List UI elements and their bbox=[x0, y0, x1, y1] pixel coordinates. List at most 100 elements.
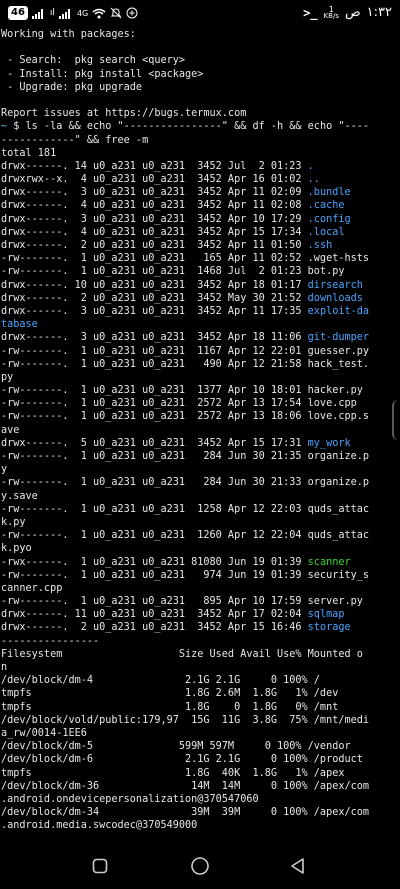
listing-name: git-dumper bbox=[307, 332, 370, 344]
clock: ١:٣٢ bbox=[366, 5, 392, 20]
terminal-output[interactable]: Working with packages: - Search: pkg sea… bbox=[0, 28, 400, 844]
terminal-line: drwx------. 2 u0_a231 u0_a231 3452 May 3… bbox=[0, 292, 400, 305]
listing-meta: -rwx------. 1 u0_a231 u0_a231 81080 Jun … bbox=[1, 556, 308, 568]
terminal-line: /dev/block/dm-36 14M 14M 0 100% /apex/co… bbox=[1, 780, 370, 792]
terminal-line: - Install: pkg install <package> bbox=[1, 68, 204, 80]
listing-meta: drwxrwx--x. 4 u0_a231 u0_a231 3452 Apr 1… bbox=[1, 174, 308, 186]
wifi-icon bbox=[92, 8, 106, 18]
terminal-line: drwx------. 3 u0_a231 u0_a231 3452 Apr 1… bbox=[0, 213, 400, 226]
terminal-line: /dev/block/vold/public:179,97 15G 11G 3.… bbox=[1, 714, 370, 726]
terminal-line: -rw-------. 1 u0_a231 u0_a231 2572 Apr 1… bbox=[1, 411, 370, 423]
listing-name: .local bbox=[307, 226, 345, 238]
listing-meta: drwx------. 3 u0_a231 u0_a231 3452 Apr 1… bbox=[1, 305, 308, 317]
terminal-line: tmpfs 1.8G 2.6M 1.8G 1% /dev bbox=[1, 688, 339, 700]
status-left: 46 ıl 4G bbox=[8, 6, 138, 20]
terminal-line: - Upgrade: pkg upgrade bbox=[1, 81, 143, 93]
terminal-line: tmpfs 1.8G 0 1.8G 0% /mnt bbox=[1, 701, 339, 713]
back-button[interactable] bbox=[284, 852, 312, 880]
terminal-line: - Search: pkg search <query> bbox=[1, 55, 186, 67]
listing-meta: drwx------. 4 u0_a231 u0_a231 3452 Apr 1… bbox=[1, 200, 308, 212]
terminal-line: drwx------. 3 u0_a231 u0_a231 3452 Apr 1… bbox=[0, 186, 400, 199]
terminal-line: ave bbox=[1, 424, 20, 436]
add-circle-icon bbox=[126, 7, 138, 19]
terminal-line: drwx------. 2 u0_a231 u0_a231 3452 Apr 1… bbox=[0, 621, 400, 634]
terminal-line: canner.cpp bbox=[1, 582, 63, 594]
terminal-line: Report issues at https://bugs.termux.com bbox=[1, 108, 247, 120]
terminal-line: -rw-------. 1 u0_a231 u0_a231 974 Jun 19… bbox=[1, 569, 370, 581]
terminal-line: drwx------. 3 u0_a231 u0_a231 3452 Apr 1… bbox=[0, 331, 400, 344]
terminal-line: -rw-------. 1 u0_a231 u0_a231 1167 Apr 1… bbox=[1, 345, 370, 357]
recent-apps-button[interactable] bbox=[86, 852, 114, 880]
signal-strength-2-icon bbox=[58, 8, 70, 19]
terminal-line: a_rw/0014-1EE6 bbox=[1, 727, 87, 739]
terminal-line: -rw-------. 1 u0_a231 u0_a231 1377 Apr 1… bbox=[1, 385, 363, 397]
listing-meta: drwx------. 2 u0_a231 u0_a231 3452 May 3… bbox=[1, 292, 308, 304]
terminal-line: Filesystem Size Used Avail Use% Mounted … bbox=[1, 648, 363, 660]
terminal-line: /dev/block/dm-6 2.1G 2.1G 0 100% /produc… bbox=[1, 754, 363, 766]
scroll-handle[interactable] bbox=[392, 400, 400, 440]
home-circle-icon bbox=[191, 857, 209, 875]
terminal-line: .android.media.swcodec@370549000 bbox=[1, 820, 198, 832]
listing-name: downloads bbox=[307, 292, 363, 304]
listing-meta: drwx------. 3 u0_a231 u0_a231 3452 Apr 1… bbox=[1, 187, 308, 199]
terminal-line: py bbox=[1, 371, 14, 383]
terminal-line: -rw-------. 1 u0_a231 u0_a231 895 Apr 10… bbox=[1, 596, 363, 608]
recent-apps-icon bbox=[92, 858, 108, 874]
terminal-line: k.py bbox=[1, 516, 26, 528]
terminal-line: drwx------. 2 u0_a231 u0_a231 3452 Apr 1… bbox=[0, 239, 400, 252]
listing-meta: drwx------. 2 u0_a231 u0_a231 3452 Apr 1… bbox=[1, 622, 308, 634]
terminal-line: -rw-------. 1 u0_a231 u0_a231 284 Jun 30… bbox=[1, 477, 370, 489]
navigation-bar bbox=[0, 844, 400, 889]
listing-meta: drwx------. 5 u0_a231 u0_a231 3452 Apr 1… bbox=[1, 437, 308, 449]
terminal-line: drwx------. 14 u0_a231 u0_a231 3452 Jul … bbox=[0, 160, 400, 173]
terminal-line: drwx------. 4 u0_a231 u0_a231 3452 Apr 1… bbox=[0, 199, 400, 212]
terminal-line: ------------" && free -m bbox=[1, 134, 149, 146]
listing-meta: drwx------. 14 u0_a231 u0_a231 3452 Jul … bbox=[1, 160, 308, 172]
listing-name: sqlmap bbox=[307, 609, 345, 621]
terminal-line: tabase bbox=[1, 319, 38, 331]
terminal-line: .android.ondevicepersonalization@3705470… bbox=[1, 793, 259, 805]
terminal-line: drwx------. 11 u0_a231 u0_a231 3452 Apr … bbox=[0, 608, 400, 621]
listing-name: my_work bbox=[307, 437, 351, 449]
listing-name: dirsearch bbox=[307, 279, 363, 291]
terminal-line: drwx------. 4 u0_a231 u0_a231 3452 Apr 1… bbox=[0, 226, 400, 239]
battery-indicator: 46 bbox=[8, 6, 28, 20]
back-triangle-icon bbox=[291, 858, 304, 874]
net-speed-unit: KB/s bbox=[323, 11, 339, 20]
command-text: $ ls -la && echo "----------------" && d… bbox=[7, 121, 370, 133]
listing-meta: drwx------. 4 u0_a231 u0_a231 3452 Apr 1… bbox=[1, 226, 308, 238]
terminal-line: /dev/block/dm-5 599M 597M 0 100% /vendor bbox=[1, 741, 351, 753]
listing-meta: drwx------. 3 u0_a231 u0_a231 3452 Apr 1… bbox=[1, 213, 308, 225]
terminal-line: /dev/block/dm-34 39M 39M 0 100% /apex/co… bbox=[1, 807, 370, 819]
terminal-line: ---------------- bbox=[1, 635, 100, 647]
terminal-line: n bbox=[1, 662, 8, 673]
listing-name: .. bbox=[307, 174, 320, 186]
terminal-line: -rw-------. 1 u0_a231 u0_a231 165 Apr 11… bbox=[1, 253, 370, 265]
listing-meta: drwx------. 11 u0_a231 u0_a231 3452 Apr … bbox=[1, 609, 308, 621]
listing-name: .ssh bbox=[307, 240, 333, 251]
terminal-line: -rw-------. 1 u0_a231 u0_a231 1260 Apr 1… bbox=[1, 530, 370, 542]
listing-name: exploit-da bbox=[307, 305, 370, 317]
terminal-line: -rw-------. 1 u0_a231 u0_a231 490 Apr 12… bbox=[1, 358, 370, 370]
listing-name: storage bbox=[307, 622, 351, 634]
ampm-label: ص bbox=[344, 5, 361, 20]
terminal-line: tmpfs 1.8G 40K 1.8G 1% /apex bbox=[1, 767, 345, 779]
terminal-line: -rwx------. 1 u0_a231 u0_a231 81080 Jun … bbox=[0, 556, 400, 569]
listing-name: . bbox=[307, 160, 314, 172]
terminal-line: -rw-------. 1 u0_a231 u0_a231 2572 Apr 1… bbox=[1, 398, 357, 410]
listing-meta: drwx------. 10 u0_a231 u0_a231 3452 Apr … bbox=[1, 279, 308, 291]
terminal-line: drwx------. 3 u0_a231 u0_a231 3452 Apr 1… bbox=[0, 305, 400, 318]
terminal-line: drwx------. 5 u0_a231 u0_a231 3452 Apr 1… bbox=[0, 437, 400, 450]
terminal-line: -rw-------. 1 u0_a231 u0_a231 1468 Jul 2… bbox=[1, 266, 345, 278]
terminal-line: /dev/block/dm-4 2.1G 2.1G 0 100% / bbox=[1, 675, 320, 687]
terminal-line: total 181 bbox=[1, 147, 57, 159]
terminal-line: -rw-------. 1 u0_a231 u0_a231 284 Jun 30… bbox=[1, 451, 370, 462]
signal-label: ıl bbox=[49, 8, 55, 18]
terminal-line: -rw-------. 1 u0_a231 u0_a231 1258 Apr 1… bbox=[1, 503, 370, 515]
terminal-line: k.pyo bbox=[1, 543, 32, 555]
home-button[interactable] bbox=[186, 852, 214, 880]
signal-strength-icon bbox=[31, 8, 43, 19]
listing-name: scanner bbox=[307, 556, 351, 568]
terminal-line: Working with packages: bbox=[1, 29, 136, 40]
